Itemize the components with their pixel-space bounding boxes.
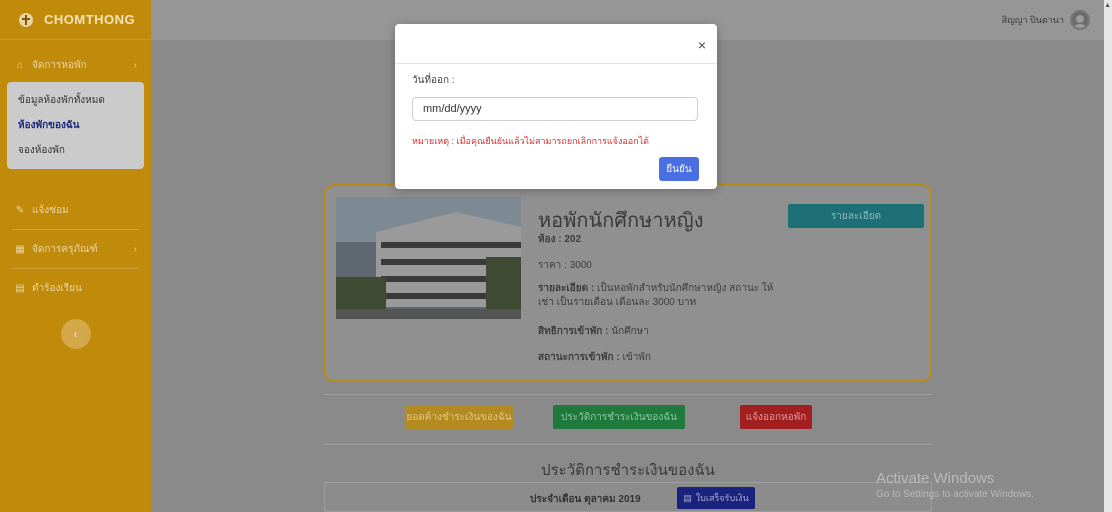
room-price: ราคา : 3000 — [538, 260, 592, 271]
submenu: ข้อมูลห้องพักทั้งหมด ห้องพักของฉัน จองห้… — [7, 82, 144, 169]
user-avatar-icon[interactable] — [1070, 10, 1090, 30]
room-rights: สิทธิการเข้าพัก : นักศึกษา — [538, 326, 649, 337]
dorm-building-image — [336, 197, 521, 319]
payment-month-label: ประจำเดือน ตุลาคม 2019 — [530, 494, 641, 505]
pencil-icon: ✎ — [15, 204, 25, 216]
sidebar-collapse-button[interactable]: ‹ — [60, 319, 91, 349]
user-name[interactable]: สิญญา ปินตานา — [1002, 13, 1064, 27]
modal-header: × — [395, 24, 717, 64]
confirm-button[interactable]: ยืนยัน — [659, 157, 699, 181]
modal-body: วันที่ออก : หมายเหตุ : เมื่อคุณยืนยันแล้… — [395, 64, 717, 148]
sidebar-item-label: จัดการหอพัก — [32, 59, 87, 71]
logo-icon — [18, 12, 34, 28]
brand-name: CHOMTHONG — [44, 12, 136, 27]
sidebar-item-repair[interactable]: ✎ แจ้งซ่อม — [0, 197, 151, 223]
submenu-item-book-room[interactable]: จองห้องพัก — [7, 138, 144, 163]
receipt-button-label: ใบเสร็จรับเงิน — [695, 493, 749, 503]
sidebar-item-label: แจ้งซ่อม — [32, 204, 69, 216]
warning-text: หมายเหตุ : เมื่อคุณยืนยันแล้วไม่สามารถยก… — [412, 136, 650, 146]
room-status: สถานะการเข้าพัก : เข้าพัก — [538, 352, 651, 363]
sidebar: CHOMTHONG ⌂ จัดการหอพัก › ข้อมูลห้องพักท… — [0, 0, 151, 512]
sidebar-item-complaints[interactable]: ▤ ตำร้องเรียน — [0, 275, 151, 301]
home-icon: ⌂ — [16, 59, 24, 71]
room-number: ห้อง : 202 — [538, 234, 582, 245]
divider — [324, 394, 932, 395]
checkout-date-label: วันที่ออก : — [412, 75, 455, 86]
file-icon: ▤ — [15, 282, 25, 294]
close-icon[interactable]: × — [698, 37, 706, 53]
payment-history-button[interactable]: ประวัติการชำระเงินของฉัน — [553, 405, 685, 429]
scroll-up-icon[interactable]: ▲ — [1104, 2, 1111, 9]
receipt-button[interactable]: ▤ ใบเสร็จรับเงิน — [677, 487, 755, 509]
divider — [324, 444, 932, 445]
checkout-date-input[interactable] — [412, 97, 698, 121]
document-icon: ▤ — [683, 492, 692, 503]
payment-month-row: ประจำเดือน ตุลาคม 2019 ▤ ใบเสร็จรับเงิน — [324, 482, 932, 512]
outstanding-payment-button[interactable]: ยอดค้างชำระเงินของฉัน — [405, 405, 513, 429]
sidebar-item-label: ตำร้องเรียน — [32, 282, 82, 294]
windows-activation-watermark: Activate Windows Go to Settings to activ… — [876, 470, 1034, 500]
brand[interactable]: CHOMTHONG — [0, 0, 151, 40]
room-detail-button[interactable]: รายละเอียด — [788, 204, 924, 228]
chevron-right-icon: › — [133, 243, 137, 255]
sidebar-item-dorm-management[interactable]: ⌂ จัดการหอพัก › — [0, 52, 151, 78]
box-icon: ▦ — [15, 243, 25, 255]
room-detail: รายละเอียด : เป็นหอพักสำหรับนักศึกษาหญิง… — [538, 283, 774, 308]
checkout-button[interactable]: แจ้งออกหอพัก — [740, 405, 812, 429]
sidebar-item-label: จัดการครุภัณฑ์ — [32, 243, 98, 255]
watermark-line-2: Go to Settings to activate Windows. — [876, 489, 1034, 500]
page-scrollbar[interactable]: ▲ — [1104, 0, 1112, 512]
divider — [12, 229, 139, 230]
watermark-line-1: Activate Windows — [876, 470, 995, 487]
submenu-item-my-room[interactable]: ห้องพักของฉัน — [7, 113, 144, 138]
chevron-right-icon: › — [133, 59, 137, 71]
checkout-date-modal: × วันที่ออก : หมายเหตุ : เมื่อคุณยืนยันแ… — [395, 24, 717, 189]
submenu-item-all-rooms[interactable]: ข้อมูลห้องพักทั้งหมด — [7, 88, 144, 113]
divider — [12, 268, 139, 269]
sidebar-item-equipment[interactable]: ▦ จัดการครุภัณฑ์ › — [0, 236, 151, 262]
chevron-left-icon: ‹ — [73, 327, 78, 341]
room-card: หอพักนักศึกษาหญิง ห้อง : 202 ราคา : 3000… — [324, 184, 932, 382]
payment-history-title: ประวัติการชำระเงินของฉัน — [541, 462, 715, 479]
